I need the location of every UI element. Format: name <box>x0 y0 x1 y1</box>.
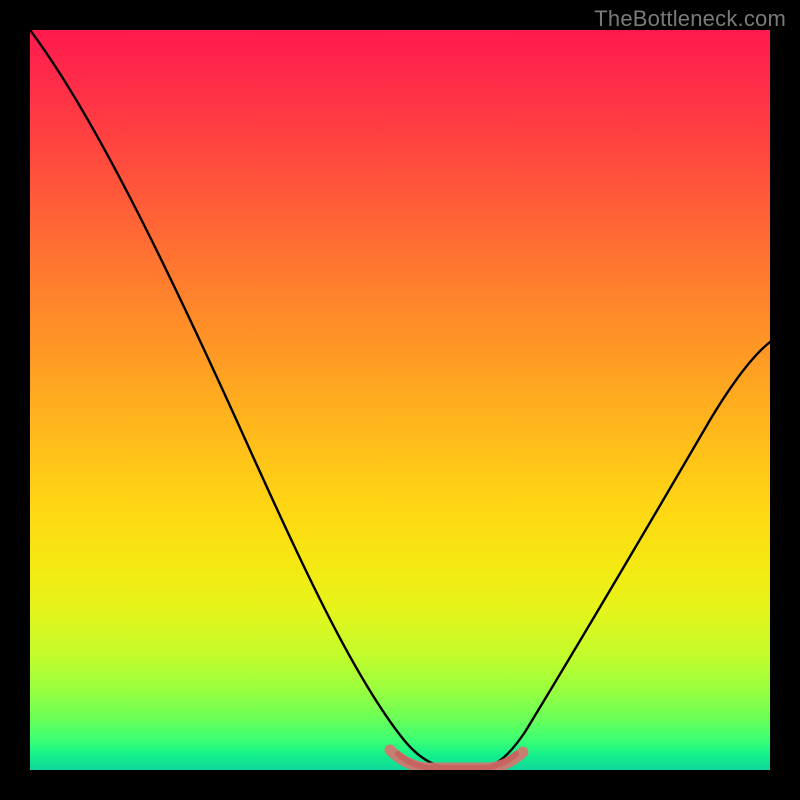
bottleneck-curve <box>30 30 770 767</box>
curve-layer <box>30 30 770 770</box>
chart-frame: TheBottleneck.com <box>0 0 800 800</box>
plot-area <box>30 30 770 770</box>
watermark-text: TheBottleneck.com <box>594 6 786 32</box>
